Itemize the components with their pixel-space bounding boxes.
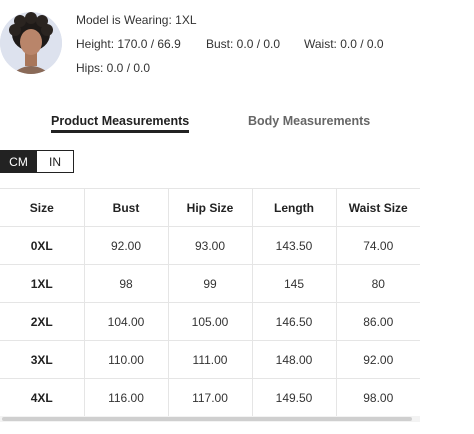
size-table-container: Size Bust Hip Size Length Waist Size 0XL… xyxy=(0,188,420,416)
tab-body-measurements[interactable]: Body Measurements xyxy=(248,114,370,128)
bust-cell: 98 xyxy=(83,264,168,303)
model-info: Model is Wearing: 1XL Height: 170.0 / 66… xyxy=(0,8,474,80)
bust-cell: 104.00 xyxy=(83,302,168,341)
hip-cell: 93.00 xyxy=(167,226,252,265)
length-cell: 146.50 xyxy=(251,302,336,341)
header-length: Length xyxy=(251,188,336,227)
table-row: 0XL 92.00 93.00 143.50 74.00 xyxy=(0,226,420,265)
waist-cell: 92.00 xyxy=(335,340,420,379)
unit-in-button[interactable]: IN xyxy=(37,150,74,173)
length-cell: 148.00 xyxy=(251,340,336,379)
model-height: Height: 170.0 / 66.9 xyxy=(76,37,181,51)
model-waist: Waist: 0.0 / 0.0 xyxy=(304,37,384,51)
header-waist-size: Waist Size xyxy=(335,188,420,227)
header-hip-size: Hip Size xyxy=(167,188,252,227)
table-header-row: Size Bust Hip Size Length Waist Size xyxy=(0,188,420,227)
waist-cell: 74.00 xyxy=(335,226,420,265)
hip-cell: 111.00 xyxy=(167,340,252,379)
table-row: 3XL 110.00 111.00 148.00 92.00 xyxy=(0,340,420,379)
model-avatar xyxy=(0,12,62,74)
unit-toggle: CM IN xyxy=(0,150,74,173)
table-row: 4XL 116.00 117.00 149.50 98.00 xyxy=(0,378,420,416)
hip-cell: 105.00 xyxy=(167,302,252,341)
size-table: Size Bust Hip Size Length Waist Size 0XL… xyxy=(0,188,420,416)
table-row: 2XL 104.00 105.00 146.50 86.00 xyxy=(0,302,420,341)
measurement-tabs: Product Measurements Body Measurements xyxy=(0,114,474,136)
size-cell: 2XL xyxy=(0,302,84,341)
horizontal-scrollbar-thumb[interactable] xyxy=(2,417,412,421)
size-cell: 4XL xyxy=(0,378,84,416)
waist-cell: 86.00 xyxy=(335,302,420,341)
length-cell: 149.50 xyxy=(251,378,336,416)
hip-cell: 117.00 xyxy=(167,378,252,416)
header-bust: Bust xyxy=(83,188,168,227)
size-cell: 0XL xyxy=(0,226,84,265)
model-bust: Bust: 0.0 / 0.0 xyxy=(206,37,281,51)
size-cell: 1XL xyxy=(0,264,84,303)
unit-cm-button[interactable]: CM xyxy=(0,150,37,173)
model-hips: Hips: 0.0 / 0.0 xyxy=(76,61,151,75)
length-cell: 143.50 xyxy=(251,226,336,265)
bust-cell: 110.00 xyxy=(83,340,168,379)
waist-cell: 80 xyxy=(335,264,420,303)
length-cell: 145 xyxy=(251,264,336,303)
tab-product-measurements[interactable]: Product Measurements xyxy=(51,114,190,133)
model-measurements-row: Height: 170.0 / 66.9 Bust: 0.0 / 0.0 Waist… xyxy=(76,37,384,51)
hip-cell: 99 xyxy=(167,264,252,303)
model-wearing-text: Model is Wearing: 1XL xyxy=(76,13,197,27)
header-size: Size xyxy=(0,188,84,227)
bust-cell: 116.00 xyxy=(83,378,168,416)
waist-cell: 98.00 xyxy=(335,378,420,416)
table-row: 1XL 98 99 145 80 xyxy=(0,264,420,303)
size-cell: 3XL xyxy=(0,340,84,379)
bust-cell: 92.00 xyxy=(83,226,168,265)
